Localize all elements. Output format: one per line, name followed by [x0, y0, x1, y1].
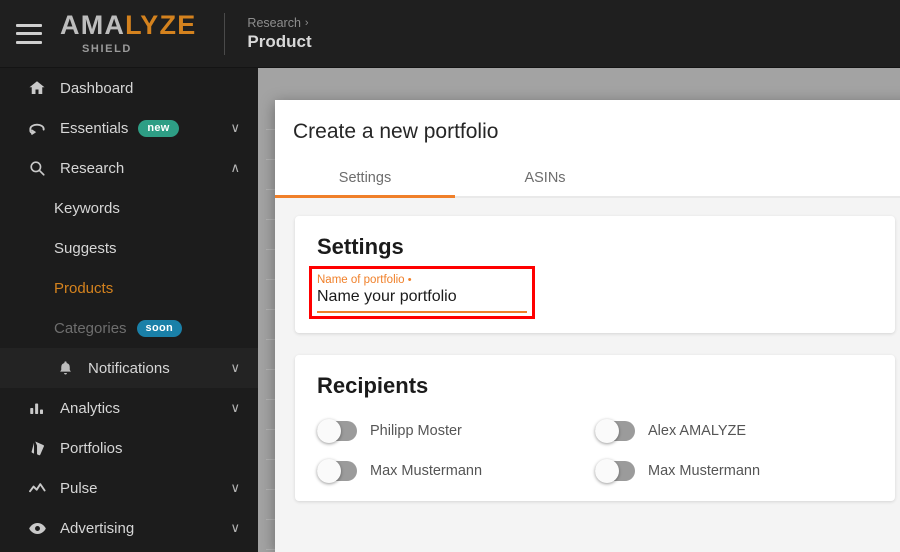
- breadcrumb: Research › Product: [247, 16, 311, 52]
- sidebar-item-label: Keywords: [54, 199, 120, 217]
- sidebar-badge-soon: soon: [136, 319, 183, 337]
- sidebar-item-pulse[interactable]: Pulse ∨: [0, 468, 258, 508]
- tab-active-underline: [275, 195, 455, 198]
- bell-icon: [54, 357, 76, 379]
- chevron-down-icon[interactable]: ∨: [230, 480, 240, 496]
- chevron-down-icon[interactable]: ∨: [230, 120, 240, 136]
- sidebar-item-label: Portfolios: [60, 439, 123, 457]
- recipient-toggle[interactable]: [317, 419, 357, 443]
- sidebar-item-categories[interactable]: Categories soon: [0, 308, 258, 348]
- top-bar: AMALYZE SHIELD Research › Product: [0, 0, 900, 68]
- sidebar-item-label: Dashboard: [60, 79, 134, 97]
- logo-text-part2: LYZE: [125, 10, 197, 40]
- sidebar-item-notifications[interactable]: Notifications ∨: [0, 348, 258, 388]
- sidebar-item-label: Advertising: [60, 519, 135, 537]
- logo-text: AMALYZE: [60, 12, 196, 39]
- recipient-row: Max Mustermann: [595, 459, 873, 483]
- settings-card-title: Settings: [317, 234, 404, 259]
- settings-card: Settings Name of portfolio • Name your p…: [295, 216, 895, 333]
- sidebar-item-label: Pulse: [60, 479, 98, 497]
- search-icon: [26, 157, 48, 179]
- breadcrumb-parent-label: Research: [247, 15, 301, 30]
- recipient-row: Philipp Moster: [317, 419, 595, 443]
- app-root: AMALYZE SHIELD Research › Product Dashbo…: [0, 0, 900, 552]
- toggle-knob: [317, 459, 341, 483]
- sidebar-item-portfolios[interactable]: Portfolios: [0, 428, 258, 468]
- sidebar-item-suggests[interactable]: Suggests: [0, 228, 258, 268]
- sidebar-item-advertising[interactable]: Advertising ∨: [0, 508, 258, 548]
- sidebar-nav: Dashboard Essentials new ∨ Research ∧ Keywords…: [0, 68, 258, 552]
- bar-chart-icon: [26, 397, 48, 419]
- sidebar-item-label: Essentials: [60, 119, 129, 137]
- logo-subtitle: SHIELD: [82, 43, 132, 55]
- portfolio-name-label-text: Name of portfolio: [317, 274, 405, 286]
- modal-title: Create a new portfolio: [293, 120, 499, 143]
- chevron-up-icon[interactable]: ∧: [230, 160, 240, 176]
- chevron-down-icon[interactable]: ∨: [230, 400, 240, 416]
- portfolio-icon: [26, 437, 48, 459]
- breadcrumb-current: Product: [247, 31, 312, 51]
- modal-tabs: Settings ASINs: [275, 160, 900, 198]
- eye-icon: [26, 517, 48, 539]
- sidebar-item-analytics[interactable]: Analytics ∨: [0, 388, 258, 428]
- chevron-down-icon[interactable]: ∨: [230, 360, 240, 376]
- recipients-card: Recipients Philipp Moster Alex AMALYZE Max…: [295, 355, 895, 501]
- recipient-name: Max Mustermann: [648, 463, 761, 479]
- recipient-name: Philipp Moster: [370, 423, 462, 439]
- sidebar-badge-new: new: [138, 119, 179, 137]
- recipient-name: Max Mustermann: [370, 463, 483, 479]
- breadcrumb-separator-icon: ›: [304, 16, 309, 29]
- sidebar-item-label: Categories: [54, 319, 127, 337]
- required-marker-icon: •: [407, 274, 412, 286]
- toggle-knob: [317, 419, 341, 443]
- recipient-toggle[interactable]: [595, 419, 635, 443]
- tab-asins[interactable]: ASINs: [455, 160, 635, 198]
- home-icon: [26, 77, 48, 99]
- topbar-divider: [224, 12, 226, 55]
- recipient-name: Alex AMALYZE: [648, 423, 747, 439]
- headset-icon: [26, 117, 48, 139]
- sidebar-item-label: Products: [54, 279, 114, 297]
- sidebar-item-label: Suggests: [54, 239, 117, 257]
- tab-settings[interactable]: Settings: [275, 160, 455, 198]
- sidebar-item-essentials[interactable]: Essentials new ∨: [0, 108, 258, 148]
- toggle-knob: [595, 459, 619, 483]
- sidebar-item-research[interactable]: Research ∧: [0, 148, 258, 188]
- recipient-row: Alex AMALYZE: [595, 419, 873, 443]
- create-portfolio-modal: Create a new portfolio Settings ASINs Se…: [275, 100, 900, 552]
- sidebar-item-label: Analytics: [60, 399, 121, 417]
- chevron-down-icon[interactable]: ∨: [230, 520, 240, 536]
- recipient-toggle[interactable]: [595, 459, 635, 483]
- logo-text-part1: AMA: [60, 10, 126, 40]
- recipients-list: Philipp Moster Alex AMALYZE Max Mustermann…: [317, 419, 873, 483]
- toggle-knob: [595, 419, 619, 443]
- portfolio-name-label: Name of portfolio •: [317, 274, 543, 286]
- portfolio-name-input[interactable]: Name your portfolio: [317, 288, 527, 313]
- sidebar-item-label: Notifications: [88, 359, 170, 377]
- recipients-card-title: Recipients: [317, 373, 429, 398]
- sidebar-item-label: Research: [60, 159, 125, 177]
- app-logo[interactable]: AMALYZE SHIELD: [60, 12, 196, 56]
- recipient-row: Max Mustermann: [317, 459, 595, 483]
- modal-body: Settings Name of portfolio • Name your p…: [275, 198, 900, 552]
- portfolio-name-field-wrap: Name of portfolio • Name your portfolio: [309, 266, 543, 319]
- breadcrumb-parent[interactable]: Research ›: [247, 16, 311, 30]
- pulse-icon: [26, 477, 48, 499]
- sidebar-item-products[interactable]: Products: [0, 268, 258, 308]
- hamburger-menu-icon[interactable]: [16, 23, 42, 44]
- sidebar-item-keywords[interactable]: Keywords: [0, 188, 258, 228]
- sidebar-item-dashboard[interactable]: Dashboard: [0, 68, 258, 108]
- recipient-toggle[interactable]: [317, 459, 357, 483]
